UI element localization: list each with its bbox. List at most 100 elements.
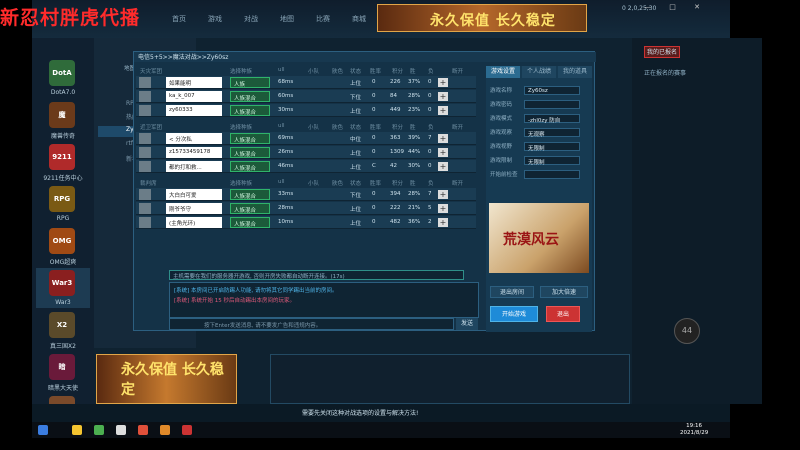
add-friend-button[interactable]: +: [438, 204, 448, 213]
player-flag: C: [372, 163, 376, 169]
start-game-button[interactable]: 开始游戏: [490, 306, 538, 322]
setting-value[interactable]: 无观察: [524, 128, 580, 138]
slot-header-cell: 胜: [410, 181, 416, 187]
setting-label: 游戏视野: [490, 144, 513, 150]
player-row[interactable]: 刚爷爷守 人族混合 28ms 上位 0 222 21% 5 +: [136, 202, 476, 215]
player-row[interactable]: zy60333 人族混合 30ms 上位 0 449 23% 0 +: [136, 104, 476, 117]
win-rate: 36%: [408, 219, 421, 225]
top-ad-banner[interactable]: 永久保值 长久稳定: [377, 4, 587, 32]
win-rate: 39%: [408, 135, 421, 141]
app-icon[interactable]: [116, 425, 126, 435]
start-icon[interactable]: [38, 425, 48, 435]
player-name: z15733459178: [166, 147, 222, 158]
slot-header-cell: 肤色: [332, 69, 344, 75]
player-row[interactable]: < 分次私 人族混合 69ms 中位 0 363 39% 7 +: [136, 132, 476, 145]
ping-value: 68ms: [278, 79, 294, 85]
nav-home[interactable]: 首页: [172, 14, 186, 24]
race-select[interactable]: 人族混合: [230, 189, 270, 200]
player-flag: 0: [372, 93, 376, 99]
game-room-dialog: 电信5+5>>魔法对战>>Zy60sz 天灾军团 选择种族 ull 小队 肤色 状态 胜率积…: [133, 51, 596, 332]
setting-value[interactable]: [524, 170, 580, 179]
race-select[interactable]: 人族混合: [230, 203, 270, 214]
setting-value[interactable]: [524, 100, 580, 109]
slot-header-cell: 胜率: [370, 181, 382, 187]
player-row[interactable]: (主角光环) 人族混合 10ms 上位 0 482 36% 2 +: [136, 216, 476, 229]
player-row[interactable]: 大白白可爱 人族混合 33ms 下位 0 394 28% 7 +: [136, 188, 476, 201]
add-friend-button[interactable]: +: [438, 162, 448, 171]
nav-games[interactable]: 游戏: [208, 14, 222, 24]
player-score: 42: [390, 163, 397, 169]
race-select[interactable]: 人族混合: [230, 105, 270, 116]
tab-personal-record[interactable]: 个人战绩: [522, 66, 556, 78]
sidebar-game-item[interactable]: OMG OMG超爽: [36, 226, 90, 266]
window-controls[interactable]: — □ ✕: [644, 3, 724, 13]
player-status: 上位: [350, 221, 362, 227]
player-row[interactable]: 如果能明 人族 68ms 上位 0 226 37% 0 +: [136, 76, 476, 89]
app-icon[interactable]: [160, 425, 170, 435]
sidebar-game-item[interactable]: War3 War3: [36, 268, 90, 308]
game-sidebar: DotA DotA7.0 魔魔兽传奇 9211 9211任务中心 RPG RPG OMG OMG…: [32, 38, 94, 422]
game-icon: War3: [49, 270, 75, 296]
race-select[interactable]: 人族: [230, 77, 270, 88]
player-score: 84: [390, 93, 397, 99]
disconnects: 2: [428, 219, 432, 225]
win-rate: 28%: [408, 191, 421, 197]
add-friend-button[interactable]: +: [438, 218, 448, 227]
race-select[interactable]: 人族混合: [230, 91, 270, 102]
speed-up-button[interactable]: 加大倍速: [540, 286, 588, 298]
race-select[interactable]: 人族混合: [230, 147, 270, 158]
nav-maps[interactable]: 地图: [280, 14, 294, 24]
browser-icon[interactable]: [94, 425, 104, 435]
ping-value: 46ms: [278, 163, 294, 169]
game-platform-icon[interactable]: [182, 425, 192, 435]
add-friend-button[interactable]: +: [438, 190, 448, 199]
status-notice[interactable]: 需要先关闭这种对战选项的设置与解决方法!: [302, 408, 418, 417]
player-row[interactable]: ka_k_007 人族混合 60ms 下位 0 84 28% 0 +: [136, 90, 476, 103]
player-score: 222: [390, 205, 401, 211]
sidebar-game-item[interactable]: 魔魔兽传奇: [36, 100, 90, 140]
game-icon: 9211: [49, 144, 75, 170]
exit-room-button[interactable]: 退出房间: [490, 286, 534, 298]
add-friend-button[interactable]: +: [438, 92, 448, 101]
setting-row: 游戏视野 无限制: [490, 142, 588, 153]
bottom-ad-banner[interactable]: 永久保值 长久稳定: [96, 354, 237, 404]
sidebar-game-item[interactable]: 9211 9211任务中心: [36, 142, 90, 182]
add-friend-button[interactable]: +: [438, 148, 448, 157]
sidebar-game-item[interactable]: 暗暗黑大天使: [36, 352, 90, 392]
game-icon: DotA: [49, 60, 75, 86]
slot-header-cell: 小队: [308, 69, 320, 75]
setting-row: 游戏模式 -zhl0zy 防自: [490, 114, 588, 125]
tab-game-settings[interactable]: 游戏设置: [486, 66, 520, 78]
sidebar-game-item[interactable]: RPG RPG: [36, 184, 90, 224]
player-row[interactable]: 都的打和救... 人族混合 46ms 上位 C 42 30% 0 +: [136, 160, 476, 173]
race-select[interactable]: 人族混合: [230, 161, 270, 172]
folder-icon[interactable]: [72, 425, 82, 435]
nav-battle[interactable]: 对战: [244, 14, 258, 24]
add-friend-button[interactable]: +: [438, 134, 448, 143]
slot-header-cell: ull: [278, 179, 285, 185]
player-name: < 分次私: [166, 133, 222, 144]
setting-value[interactable]: 无限制: [524, 142, 580, 152]
setting-value[interactable]: -zhl0zy 防自: [524, 114, 580, 124]
add-friend-button[interactable]: +: [438, 106, 448, 115]
tab-my-items[interactable]: 我的道具: [558, 66, 592, 78]
race-select[interactable]: 人族混合: [230, 217, 270, 228]
player-status: 上位: [350, 151, 362, 157]
sidebar-game-item[interactable]: DotA DotA7.0: [36, 58, 90, 98]
sidebar-game-item[interactable]: X2 真三国X2: [36, 310, 90, 350]
nav-matches[interactable]: 比赛: [316, 14, 330, 24]
setting-value[interactable]: 无限制: [524, 156, 580, 166]
race-select[interactable]: 人族混合: [230, 133, 270, 144]
slot-header-cell: 断开: [452, 181, 464, 187]
my-registered-tab[interactable]: 我的已报名: [644, 46, 680, 58]
player-name: 都的打和救...: [166, 161, 222, 172]
add-friend-button[interactable]: +: [438, 78, 448, 87]
app-icon[interactable]: [138, 425, 148, 435]
chat-input[interactable]: 按下Enter发送消息, 请不要发广告和违规内容。: [169, 318, 454, 330]
send-button[interactable]: 发送: [456, 318, 478, 330]
slot-header-cell: 胜率: [370, 125, 382, 131]
quit-button[interactable]: 退出: [546, 306, 580, 322]
nav-shop[interactable]: 商城: [352, 14, 366, 24]
player-row[interactable]: z15733459178 人族混合 26ms 上位 0 1309 44% 0 +: [136, 146, 476, 159]
setting-value[interactable]: Zy60sz: [524, 86, 580, 95]
